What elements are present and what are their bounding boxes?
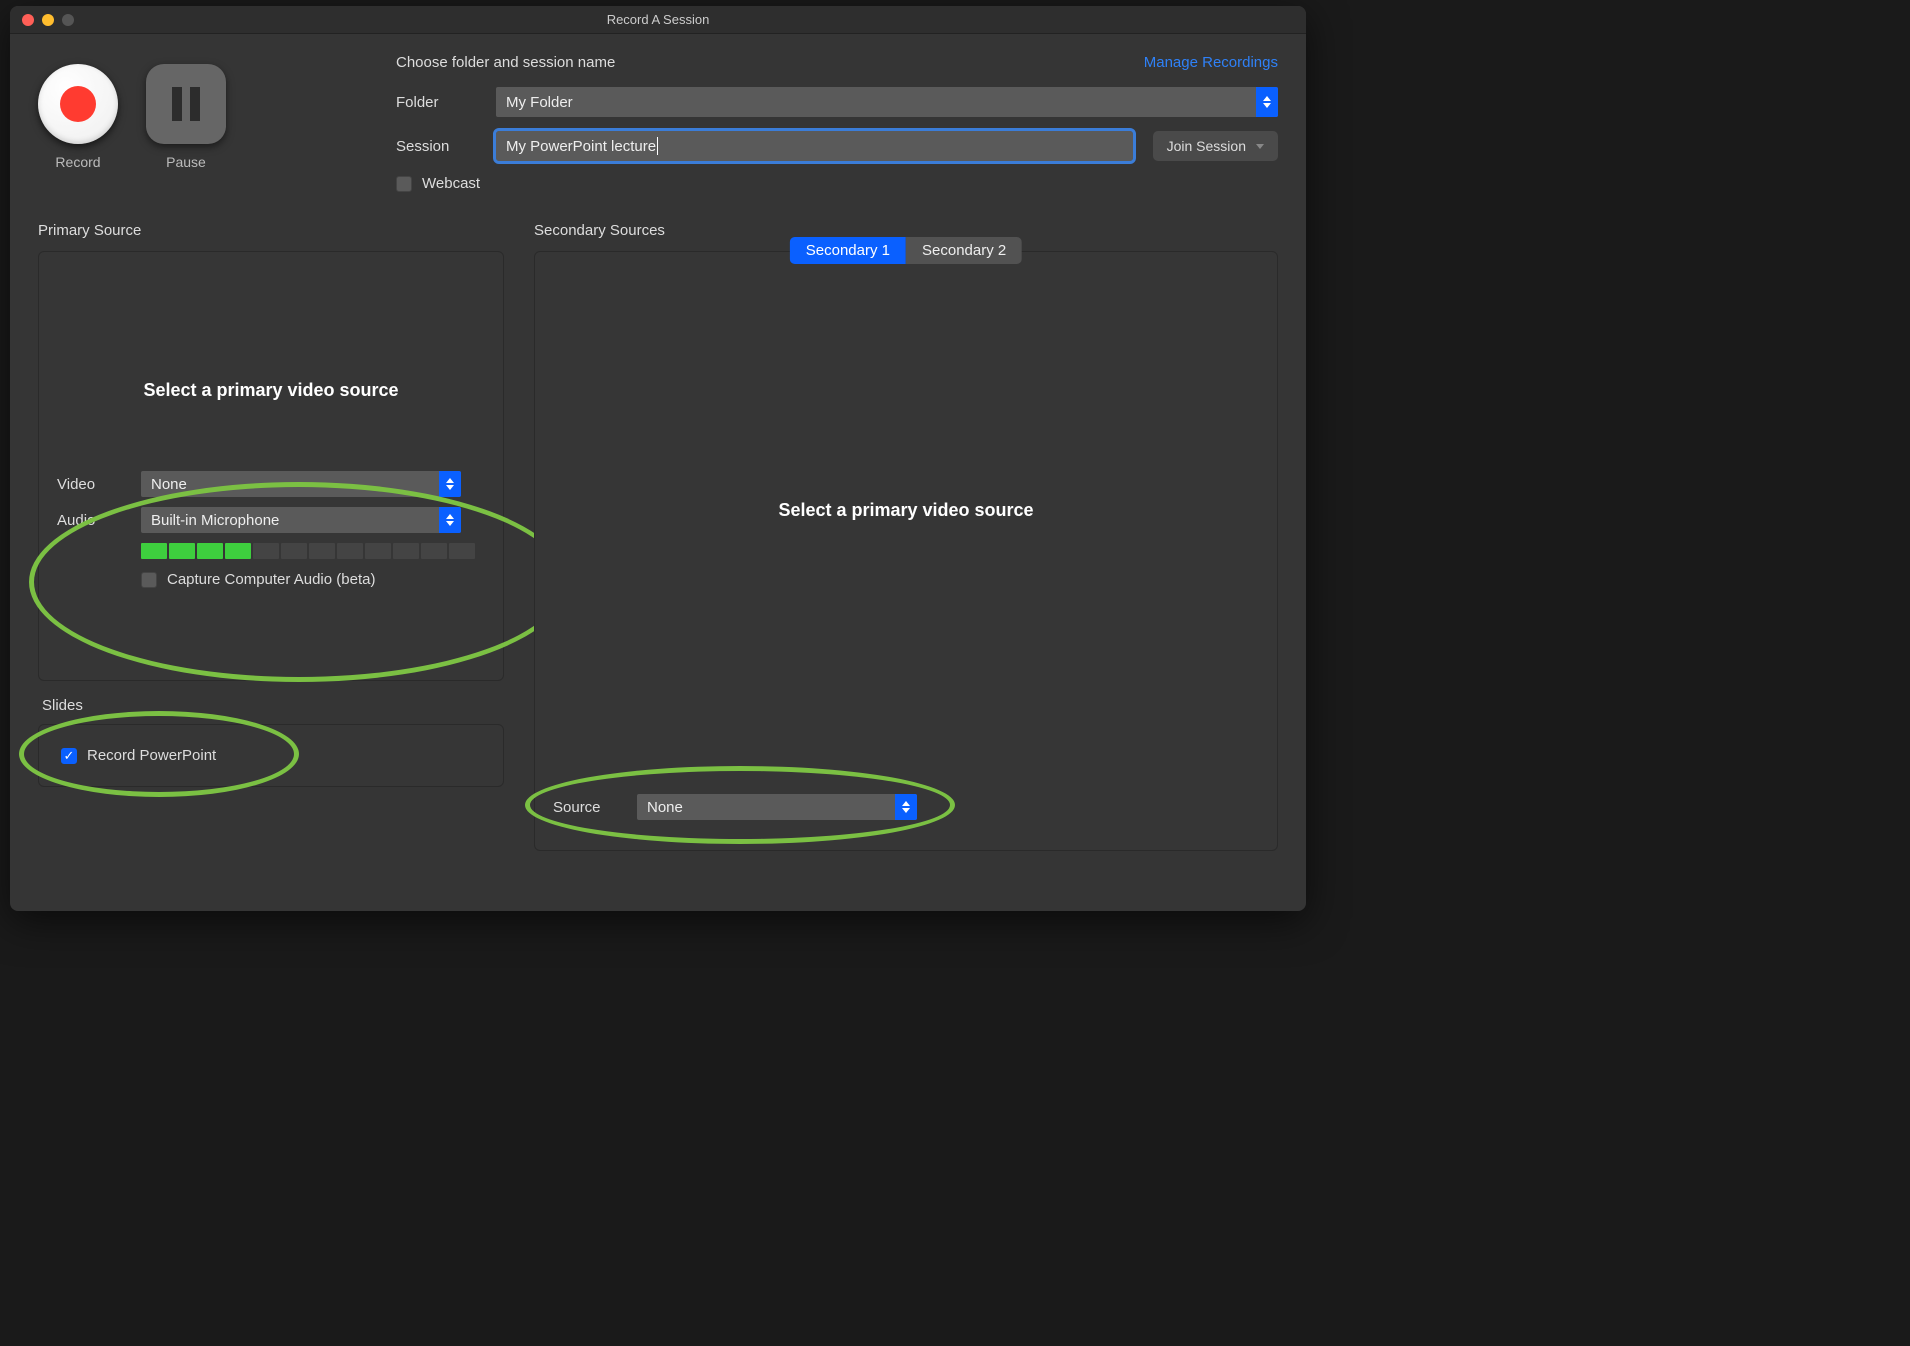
session-input[interactable]: My PowerPoint lecture [496,131,1133,161]
audio-label: Audio [57,512,127,529]
session-label: Session [396,138,476,155]
chevron-updown-icon [439,507,461,533]
primary-source-panel: Select a primary video source Video None… [38,251,504,681]
record-button[interactable] [38,64,118,144]
close-icon[interactable] [22,14,34,26]
level-segment [337,543,363,559]
audio-level-meter [141,543,485,559]
level-segment [309,543,335,559]
minimize-icon[interactable] [42,14,54,26]
primary-source-title: Primary Source [38,222,504,239]
tab-secondary-2[interactable]: Secondary 2 [906,237,1022,264]
record-label: Record [38,154,118,170]
level-segment [421,543,447,559]
pause-icon [190,87,200,121]
text-cursor [657,137,658,155]
folder-value: My Folder [506,94,573,111]
chevron-updown-icon [895,794,917,820]
join-session-button[interactable]: Join Session [1153,131,1278,161]
slides-panel: Record PowerPoint [38,724,504,787]
window: Record A Session Record Pause [10,6,1306,911]
webcast-label: Webcast [422,175,480,192]
form-area: Choose folder and session name Manage Re… [396,54,1278,192]
record-icon [60,86,96,122]
folder-select[interactable]: My Folder [496,87,1278,117]
zoom-icon[interactable] [62,14,74,26]
pause-label: Pause [146,154,226,170]
traffic-lights [22,14,74,26]
window-title: Record A Session [10,12,1306,27]
level-segment [253,543,279,559]
manage-recordings-link[interactable]: Manage Recordings [1144,54,1278,71]
slides-title: Slides [42,697,504,714]
secondary-sources-panel: Secondary 1 Secondary 2 Select a primary… [534,251,1278,851]
secondary-placeholder: Select a primary video source [553,500,1259,521]
secondary-tabs: Secondary 1 Secondary 2 [790,237,1022,264]
primary-placeholder: Select a primary video source [57,380,485,401]
secondary-source-select[interactable]: None [637,794,917,820]
webcast-checkbox[interactable] [396,176,412,192]
tab-secondary-1[interactable]: Secondary 1 [790,237,906,264]
level-segment [169,543,195,559]
folder-label: Folder [396,94,476,111]
chevron-updown-icon [439,471,461,497]
level-segment [225,543,251,559]
content: Record Pause Choose folder and session n… [10,34,1306,911]
chevron-updown-icon [1256,87,1278,117]
level-segment [197,543,223,559]
video-select[interactable]: None [141,471,461,497]
pause-icon [172,87,182,121]
record-powerpoint-checkbox[interactable] [61,748,77,764]
record-powerpoint-label: Record PowerPoint [87,747,216,764]
pause-button[interactable] [146,64,226,144]
level-segment [393,543,419,559]
titlebar: Record A Session [10,6,1306,34]
capture-computer-audio-checkbox[interactable] [141,572,157,588]
video-label: Video [57,476,127,493]
capture-computer-audio-label: Capture Computer Audio (beta) [167,571,375,588]
level-segment [141,543,167,559]
audio-select[interactable]: Built-in Microphone [141,507,461,533]
secondary-source-label: Source [553,799,623,816]
record-controls: Record Pause [38,64,226,170]
level-segment [281,543,307,559]
session-value: My PowerPoint lecture [506,138,656,155]
chevron-down-icon [1256,144,1264,149]
level-segment [449,543,475,559]
level-segment [365,543,391,559]
